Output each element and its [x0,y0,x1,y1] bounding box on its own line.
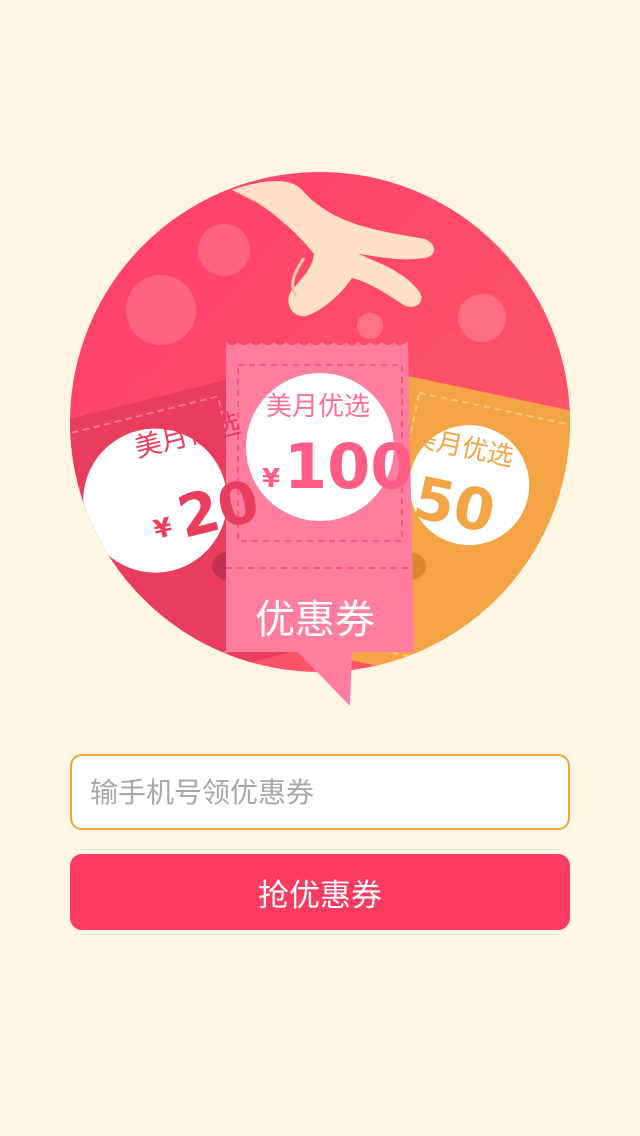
coupon-page: 美月优选 ¥ 20 美月优选 ¥ 100 美月优选 50 优惠券 抢优惠券 [0,0,640,1136]
phone-input[interactable] [70,754,570,830]
decor-bubble [198,224,250,276]
hero-illustration: 美月优选 ¥ 20 美月优选 ¥ 100 美月优选 50 优惠券 [0,0,640,720]
grab-coupon-button[interactable]: 抢优惠券 [70,854,570,930]
banner-tail [296,650,352,706]
left-coupon-amount: 20 [170,466,266,552]
center-coupon-currency: ¥ [262,464,281,494]
center-coupon-amount: 100 [284,430,414,503]
center-coupon-brand: 美月优选 [266,392,371,422]
grab-coupon-label: 抢优惠券 [258,877,382,914]
decor-bubble [357,313,383,339]
decor-bubble [126,275,196,345]
decor-bubble [458,294,506,342]
right-coupon-amount: 50 [407,463,501,547]
coupon-form: 抢优惠券 [70,754,570,930]
coupon-banner-label: 优惠券 [255,597,375,643]
